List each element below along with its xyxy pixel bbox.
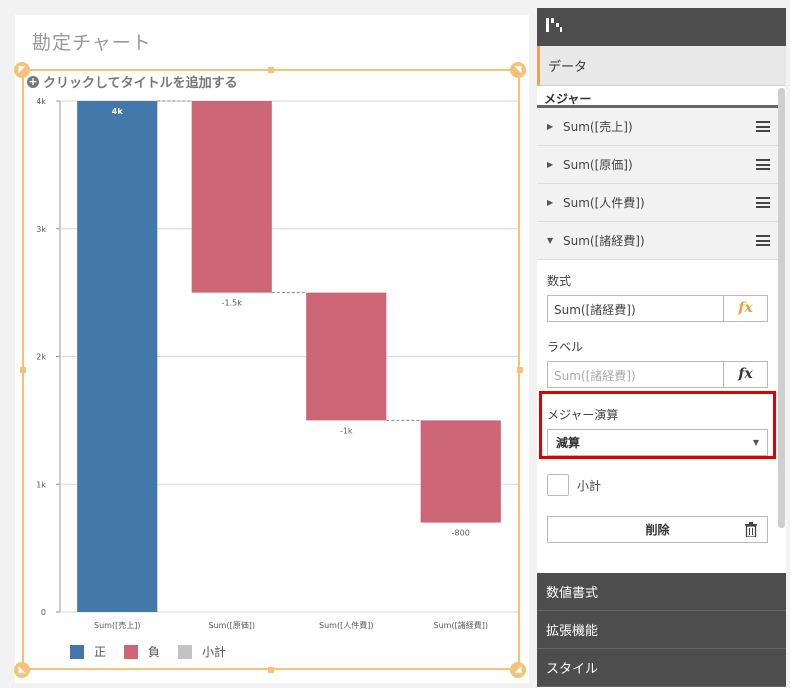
subtotal-label: 小計: [577, 478, 602, 493]
legend-label-subtotal: 小計: [202, 645, 227, 659]
panel-scrollbar[interactable]: [778, 88, 785, 528]
accordion-data[interactable]: データ: [537, 46, 786, 86]
expression-row: Sum([諸経費]) fx: [547, 295, 768, 322]
resize-handle-bottom-left-icon[interactable]: ◣: [14, 662, 30, 678]
label-field-label: ラベル: [547, 340, 584, 354]
expression-editor-button[interactable]: fx: [724, 295, 768, 322]
waterfall-bar: [420, 420, 501, 523]
x-tick-label: Sum([諸経費]): [434, 620, 488, 630]
drag-handle-icon[interactable]: [756, 159, 770, 170]
legend-label-negative: 負: [148, 645, 161, 659]
y-tick-label: 1k: [36, 480, 46, 489]
measure-item-overhead[interactable]: ▼ Sum([諸経費]): [537, 222, 778, 260]
expression-label: 数式: [547, 274, 572, 288]
data-label: -1k: [340, 426, 353, 435]
measure-item-personnel[interactable]: ▶ Sum([人件費]): [537, 184, 778, 222]
panel-header: [537, 8, 786, 46]
measure-label: Sum([人件費]): [563, 196, 645, 210]
caret-right-icon: ▶: [547, 198, 554, 207]
measure-operation-highlight: [539, 391, 776, 459]
legend-item-subtotal: 小計: [178, 643, 226, 660]
expression-input[interactable]: Sum([諸経費]): [547, 295, 724, 322]
data-label: -800: [452, 529, 470, 538]
legend-item-positive: 正: [70, 643, 106, 660]
x-tick-label: Sum([人件費]): [319, 620, 373, 630]
measure-label: Sum([売上]): [563, 120, 633, 134]
y-tick-label: 3k: [36, 225, 46, 234]
measure-item-sales[interactable]: ▶ Sum([売上]): [537, 108, 778, 146]
label-editor-button[interactable]: fx: [724, 361, 768, 388]
y-tick-label: 2k: [36, 353, 46, 362]
caret-right-icon: ▶: [547, 122, 554, 131]
accordion-number-format[interactable]: 数値書式: [537, 573, 786, 611]
caret-down-icon: ▼: [547, 236, 554, 245]
measure-label: Sum([原価]): [563, 158, 633, 172]
waterfall-bar: [77, 101, 158, 612]
legend-item-negative: 負: [124, 643, 160, 660]
waterfall-chart-icon: [545, 16, 563, 38]
accordion-style[interactable]: スタイル: [537, 649, 786, 687]
delete-button[interactable]: 削除: [547, 516, 768, 543]
data-label: 4k: [112, 107, 124, 116]
measure-label: Sum([諸経費]): [563, 234, 645, 248]
x-tick-label: Sum([原価]): [209, 620, 255, 630]
resize-handle-bottom[interactable]: [268, 667, 274, 673]
drag-handle-icon[interactable]: [756, 235, 770, 246]
legend-swatch-negative: [124, 644, 139, 659]
legend-swatch-positive: [70, 644, 84, 659]
label-row: Sum([諸経費]) fx: [547, 361, 768, 388]
waterfall-chart: 0 1k 2k 3k 4k 4k Sum([売上]) -1.5k Sum([原価]) -1k Sum…: [36, 97, 518, 630]
caret-right-icon: ▶: [547, 160, 554, 169]
waterfall-bar: [306, 292, 387, 421]
delete-label: 削除: [645, 523, 670, 537]
measures-section-label: メジャー: [537, 86, 778, 108]
subtotal-checkbox[interactable]: [547, 474, 569, 496]
subtotal-row: 小計: [547, 474, 768, 496]
chart-legend: 正 負 小計: [70, 643, 226, 660]
chart-canvas-area: 勘定チャート ◤ ◥ ◣ ◢ + クリックしてタイトルを追加する 0 1k 2k 3k…: [0, 0, 537, 688]
accordion-extensions[interactable]: 拡張機能: [537, 611, 786, 649]
y-tick-label: 4k: [36, 97, 46, 106]
y-tick-label: 0: [41, 608, 46, 617]
waterfall-bar: [191, 101, 272, 293]
resize-handle-bottom-right-icon[interactable]: ◢: [510, 662, 526, 678]
drag-handle-icon[interactable]: [756, 197, 770, 208]
x-tick-label: Sum([売上]): [94, 620, 140, 630]
measure-item-cost[interactable]: ▶ Sum([原価]): [537, 146, 778, 184]
legend-label-positive: 正: [94, 645, 107, 659]
label-input[interactable]: Sum([諸経費]): [547, 361, 724, 388]
drag-handle-icon[interactable]: [756, 121, 770, 132]
properties-panel: データ メジャー ▶ Sum([売上]) ▶ Sum([原価]) ▶ Sum([…: [537, 8, 786, 688]
trash-icon: [745, 522, 757, 537]
legend-swatch-subtotal: [178, 644, 193, 659]
data-label: -1.5k: [222, 299, 243, 308]
